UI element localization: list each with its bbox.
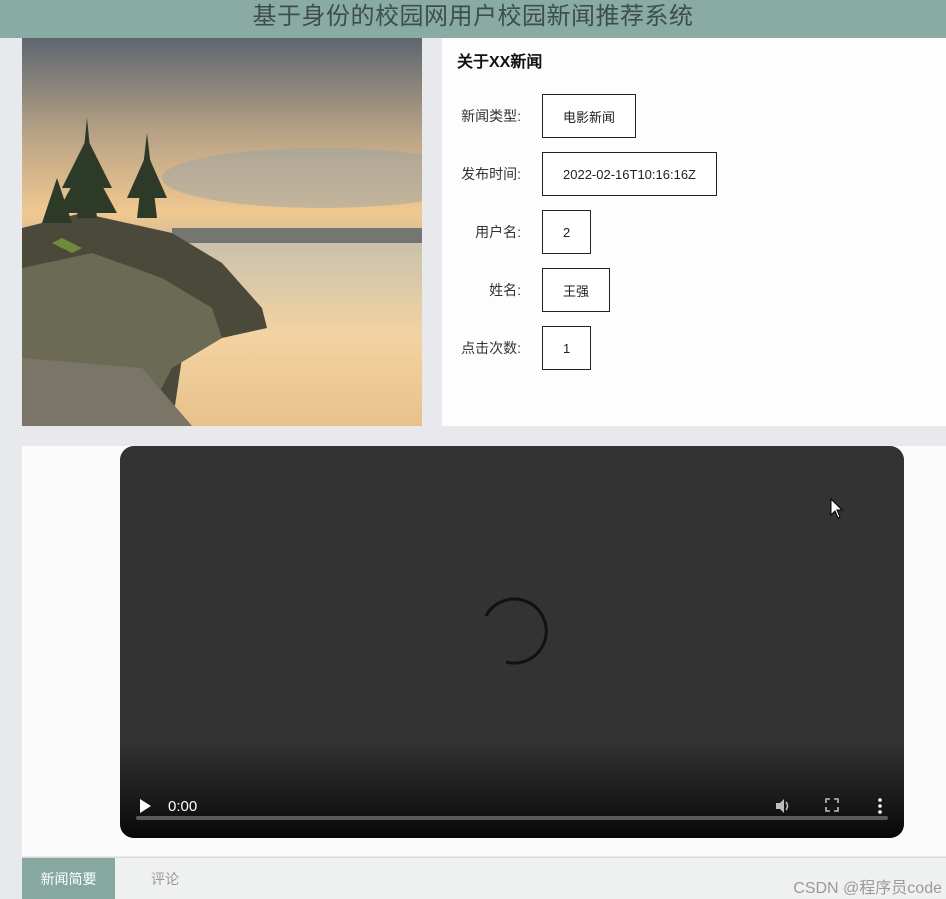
tab-comments[interactable]: 评论	[115, 858, 215, 899]
field-label: 点击次数:	[461, 340, 521, 356]
fullscreen-icon[interactable]	[825, 798, 839, 812]
time-display: 0:00	[168, 798, 198, 815]
news-cover-image	[22, 38, 422, 426]
field-name: 姓名: 王强	[442, 267, 611, 313]
page-header: 基于身份的校园网用户校园新闻推荐系统	[0, 0, 946, 38]
field-value: 2	[542, 210, 592, 254]
tab-news-summary[interactable]: 新闻简要	[22, 858, 115, 899]
info-title: 关于XX新闻	[457, 54, 543, 71]
field-news-type: 新闻类型: 电影新闻	[442, 93, 637, 139]
field-username: 用户名: 2	[442, 209, 592, 255]
video-section: 0:00	[22, 446, 946, 856]
page-title: 基于身份的校园网用户校园新闻推荐系统	[252, 2, 694, 30]
more-vert-icon[interactable]	[876, 797, 884, 815]
news-info-panel: 关于XX新闻 新闻类型: 电影新闻 发布时间: 2022-02-16T10:16…	[442, 38, 946, 426]
field-value: 电影新闻	[542, 94, 637, 138]
video-progress-bar[interactable]	[136, 816, 888, 820]
field-label: 用户名:	[475, 224, 521, 240]
watermark: CSDN @程序员code	[793, 880, 942, 897]
field-label: 新闻类型:	[461, 108, 521, 124]
mouse-cursor-icon	[830, 498, 844, 519]
loading-spinner-icon	[484, 597, 548, 665]
field-label: 发布时间:	[461, 166, 521, 182]
video-controls: 0:00	[120, 778, 904, 838]
field-value: 2022-02-16T10:16:16Z	[542, 152, 717, 196]
field-value: 1	[542, 326, 592, 370]
field-click-count: 点击次数: 1	[442, 325, 592, 371]
field-label: 姓名:	[489, 282, 521, 298]
video-player[interactable]: 0:00	[120, 446, 904, 838]
field-value: 王强	[542, 268, 611, 312]
play-icon[interactable]	[138, 798, 152, 814]
volume-icon[interactable]	[774, 797, 792, 815]
field-publish-time: 发布时间: 2022-02-16T10:16:16Z	[442, 151, 717, 197]
